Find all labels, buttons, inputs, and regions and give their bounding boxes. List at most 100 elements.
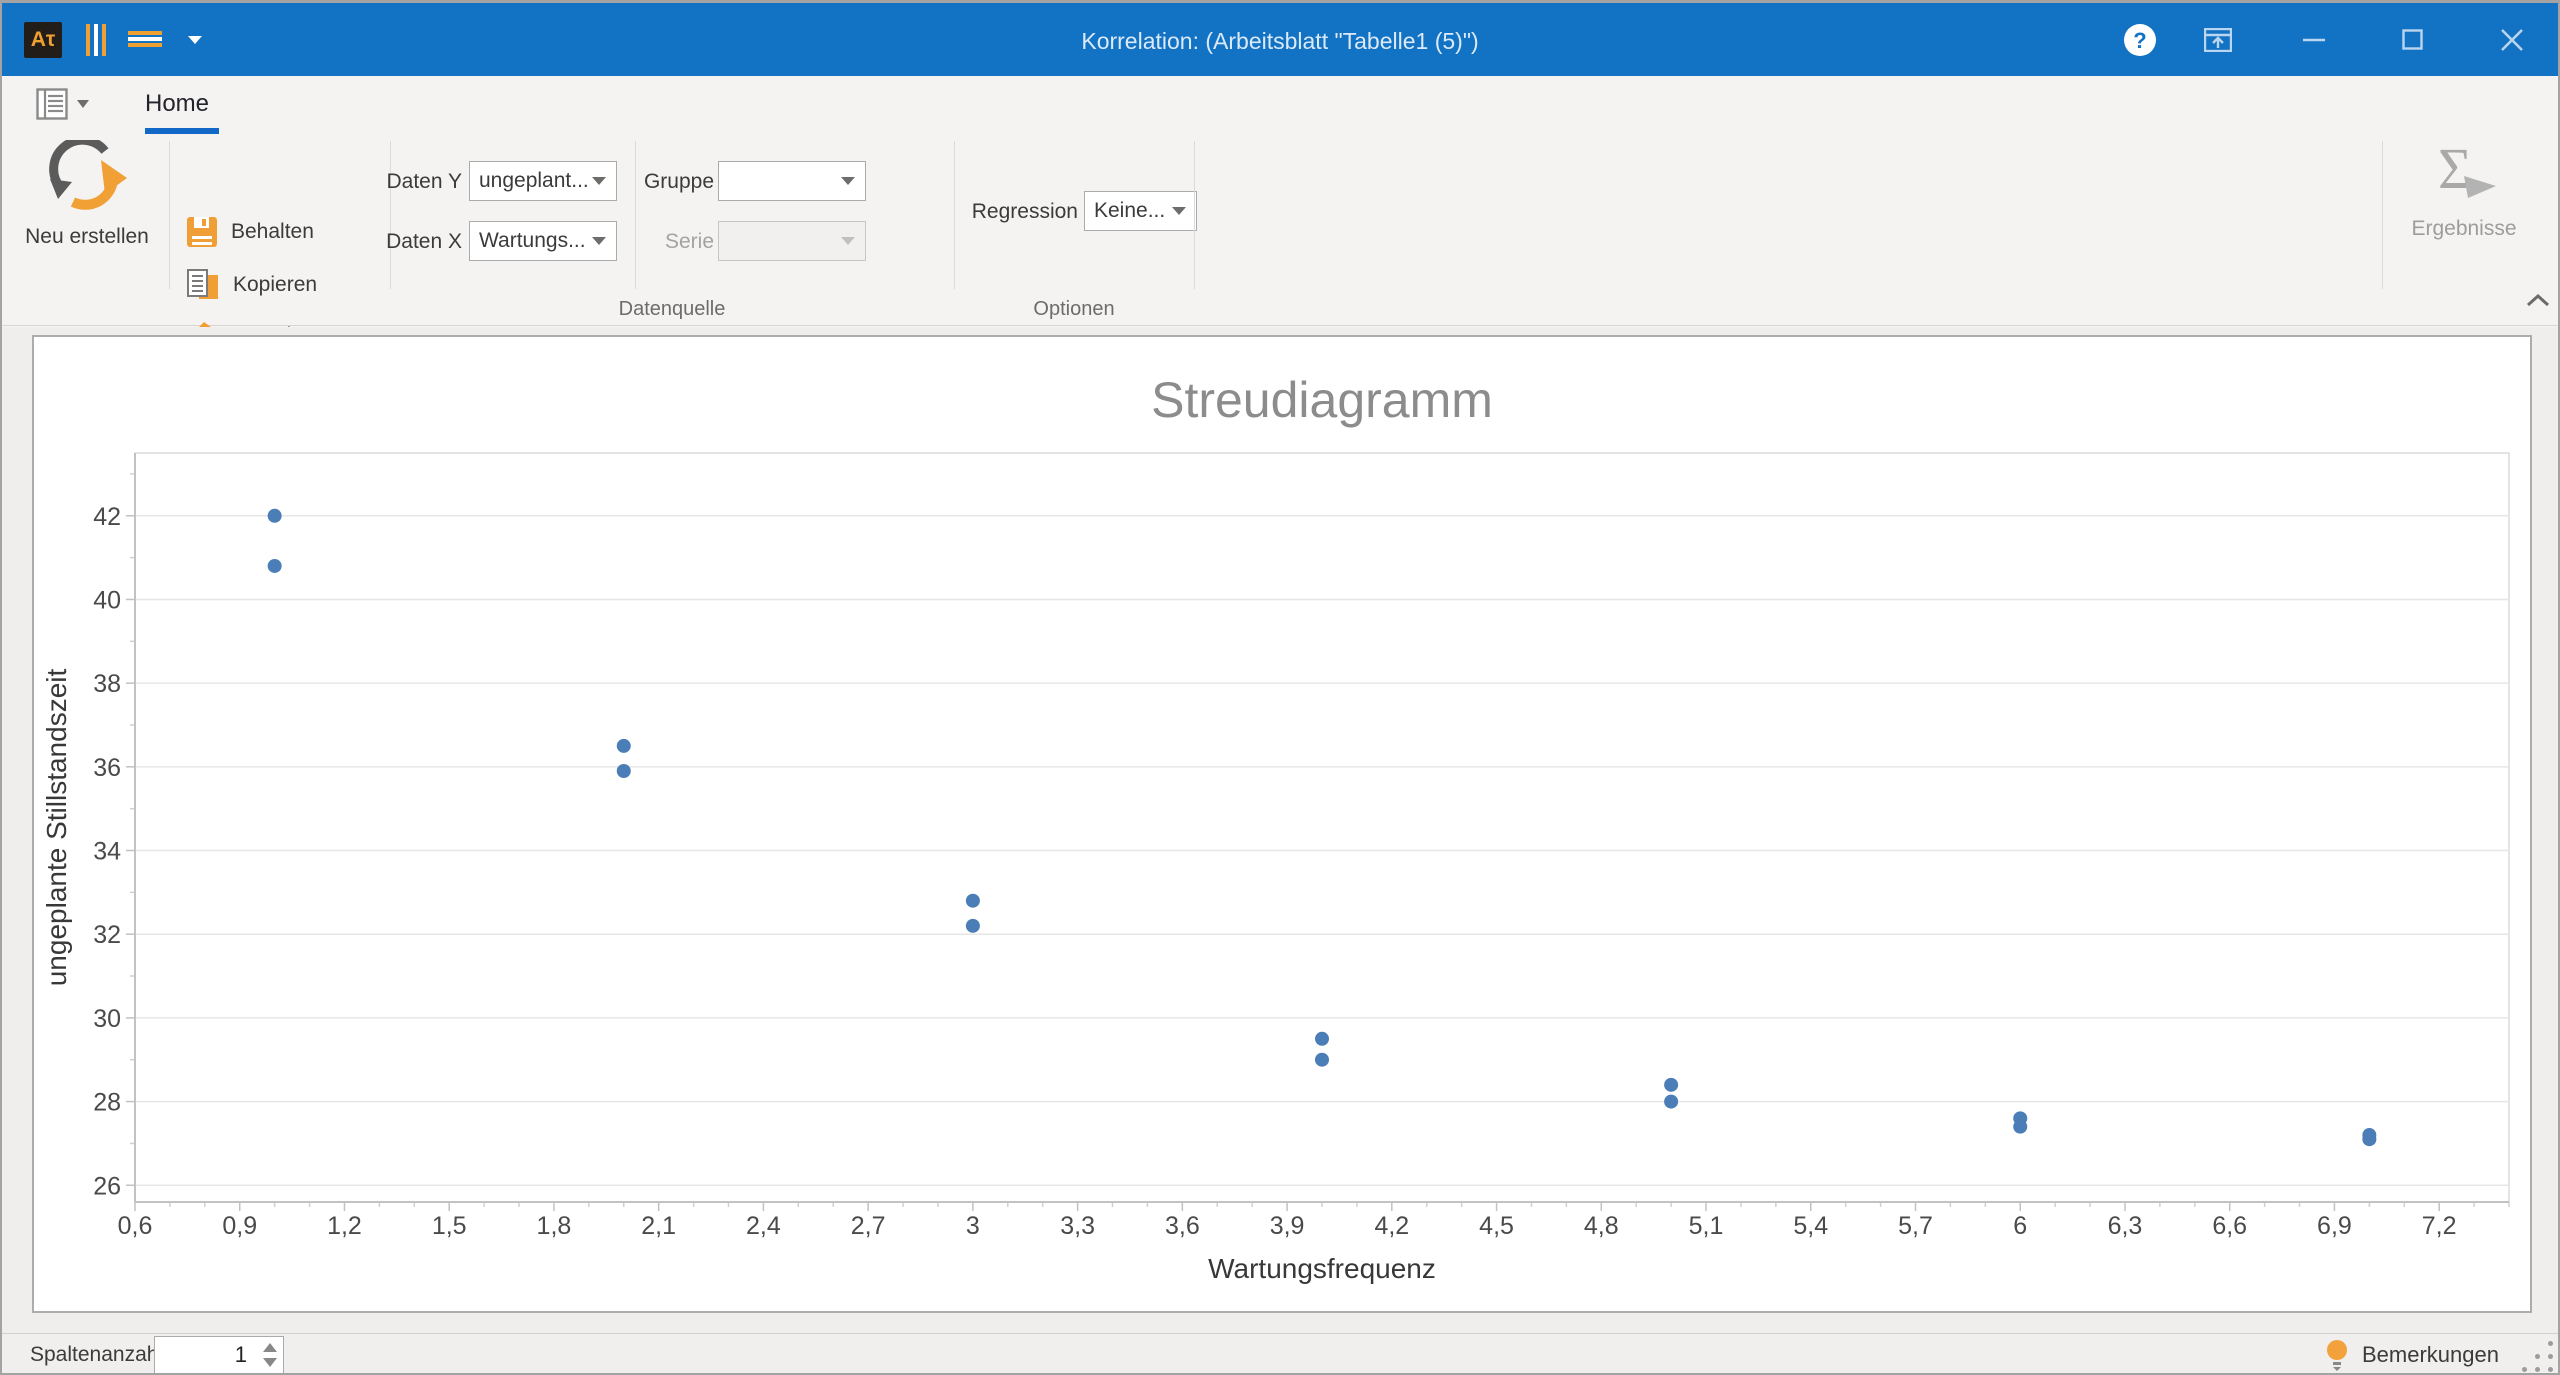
serie-label: Serie (664, 230, 714, 253)
spin-down-icon[interactable] (263, 1358, 277, 1367)
x-tick-label: 4,5 (1479, 1212, 1514, 1240)
spin-up-icon[interactable] (263, 1343, 277, 1352)
x-tick-label: 2,1 (641, 1212, 676, 1240)
ribbon-collapse-chevron[interactable] (2526, 293, 2550, 312)
data-point[interactable] (1664, 1077, 1679, 1092)
separator (1194, 141, 1195, 289)
data-point[interactable] (616, 738, 631, 753)
x-tick-label: 1,2 (327, 1212, 362, 1240)
tab-home-underline (145, 128, 219, 134)
ergebnisse-button: Σ Ergebnisse (2394, 136, 2534, 241)
window-title: Korrelation: (Arbeitsblatt "Tabelle1 (5)… (1081, 28, 1479, 54)
separator (954, 141, 955, 289)
svg-text:?: ? (2133, 28, 2146, 53)
help-icon: ? (2124, 23, 2156, 56)
behalten-button[interactable]: Behalten (186, 216, 314, 248)
daten-y-value: ungeplant... (479, 169, 589, 192)
resize-grip[interactable] (2520, 1341, 2554, 1373)
tab-home[interactable]: Home (145, 90, 209, 118)
x-tick-label: 5,7 (1898, 1212, 1933, 1240)
close-button[interactable] (2484, 3, 2540, 76)
chevron-up-icon (2526, 293, 2550, 307)
lightbulb-icon (2327, 1340, 2347, 1371)
refresh-icon (49, 135, 127, 210)
data-point[interactable] (267, 508, 282, 523)
x-tick-label: 4,2 (1374, 1212, 1409, 1240)
daten-x-label: Daten X (386, 230, 462, 253)
data-point[interactable] (1315, 1031, 1329, 1046)
ribbon: Home Neu erstellen Behalten Kopieren Dat… (2, 76, 2558, 352)
x-tick-label: 7,2 (2422, 1212, 2457, 1240)
chevron-down-icon (841, 177, 855, 185)
chart-panel: 26 28 30 32 34 36 38 40 42 0,6 0,9 1,2 1,5 1,8 2,1 2,4 2… (32, 335, 2532, 1313)
help-button[interactable]: ? (2108, 3, 2172, 76)
chevron-down-icon (1172, 207, 1186, 215)
scatter-plot: 2628303234363840420,6 0,9 1,2 1,5 1,8 2,1 2,4 2… (41, 372, 2510, 1284)
ergebnisse-label: Ergebnisse (2411, 217, 2517, 240)
data-point[interactable] (267, 558, 282, 573)
neu-erstellen-label: Neu erstellen (25, 225, 149, 248)
daten-x-dropdown[interactable]: Wartungs... (469, 221, 617, 261)
data-point[interactable] (2013, 1119, 2028, 1134)
x-tick-label: 0,9 (222, 1212, 257, 1240)
x-axis-title: Wartungsfrequenz (1208, 1253, 1436, 1284)
kopieren-label: Kopieren (233, 273, 318, 296)
maximize-button[interactable] (2384, 3, 2440, 76)
serie-dropdown (718, 221, 866, 261)
chevron-down-icon (77, 100, 89, 108)
collapse-ribbon-icon (2204, 27, 2232, 52)
application-window: Aτ Korrelation: (Arbeitsblatt "Tabelle1 … (0, 0, 2560, 1375)
chevron-down-icon (592, 237, 606, 245)
spinner-buttons[interactable] (257, 1337, 283, 1373)
bemerkungen-button[interactable]: Bemerkungen (2324, 1334, 2499, 1373)
y-tick-label: 38 (93, 670, 121, 698)
report-menu-button[interactable] (36, 88, 89, 120)
y-tick-label: 34 (93, 838, 121, 866)
separator (2382, 141, 2383, 289)
plot-border (134, 452, 2510, 1203)
y-tick-label: 42 (93, 503, 121, 531)
group-label-optionen: Optionen (1033, 298, 1115, 320)
close-icon (2501, 28, 2523, 51)
spaltenanzahl-spinner[interactable]: 1 (154, 1336, 284, 1373)
x-tick-label: 5,4 (1793, 1212, 1828, 1240)
x-tick-label: 2,4 (746, 1212, 781, 1240)
x-tick-label: 6 (2013, 1212, 2027, 1240)
daten-x-value: Wartungs... (479, 229, 586, 252)
y-tick-label: 40 (93, 586, 121, 614)
behalten-label: Behalten (231, 220, 314, 243)
data-point[interactable] (2362, 1132, 2377, 1147)
x-tick-label: 4,8 (1584, 1212, 1619, 1240)
separator (635, 141, 636, 289)
gruppe-dropdown[interactable] (718, 161, 866, 201)
x-tick-label: 2,7 (851, 1212, 886, 1240)
separator (169, 141, 170, 289)
regression-dropdown[interactable]: Keine... (1084, 191, 1197, 231)
y-tick-label: 32 (93, 921, 121, 949)
minimize-button[interactable] (2286, 3, 2342, 76)
svg-text:Σ: Σ (2438, 138, 2472, 201)
bemerkungen-label: Bemerkungen (2362, 1342, 2499, 1367)
data-point[interactable] (1315, 1052, 1329, 1067)
data-point[interactable] (616, 764, 631, 779)
chart-title: Streudiagramm (1151, 372, 1493, 428)
daten-y-label: Daten Y (386, 170, 463, 193)
x-tick-label: 6,6 (2212, 1212, 2247, 1240)
x-tick-label: 3,9 (1270, 1212, 1305, 1240)
data-point[interactable] (965, 918, 980, 933)
data-point[interactable] (1664, 1094, 1679, 1109)
maximize-icon (2401, 29, 2423, 50)
y-tick-label: 30 (93, 1005, 121, 1033)
x-tick-label: 1,8 (537, 1212, 572, 1240)
y-axis-title: ungeplante Stillstandszeit (41, 669, 72, 987)
spaltenanzahl-label: Spaltenanzahl (30, 1343, 164, 1366)
daten-y-dropdown[interactable]: ungeplant... (469, 161, 617, 201)
y-tick-label: 36 (93, 754, 121, 782)
neu-erstellen-button[interactable]: Neu erstellen (16, 135, 158, 249)
collapse-ribbon-button[interactable] (2190, 3, 2246, 76)
data-point[interactable] (965, 893, 980, 908)
kopieren-button[interactable]: Kopieren (186, 268, 317, 302)
spaltenanzahl-value: 1 (234, 1342, 247, 1367)
copy-icon (187, 269, 218, 299)
minimize-icon (2303, 38, 2325, 41)
